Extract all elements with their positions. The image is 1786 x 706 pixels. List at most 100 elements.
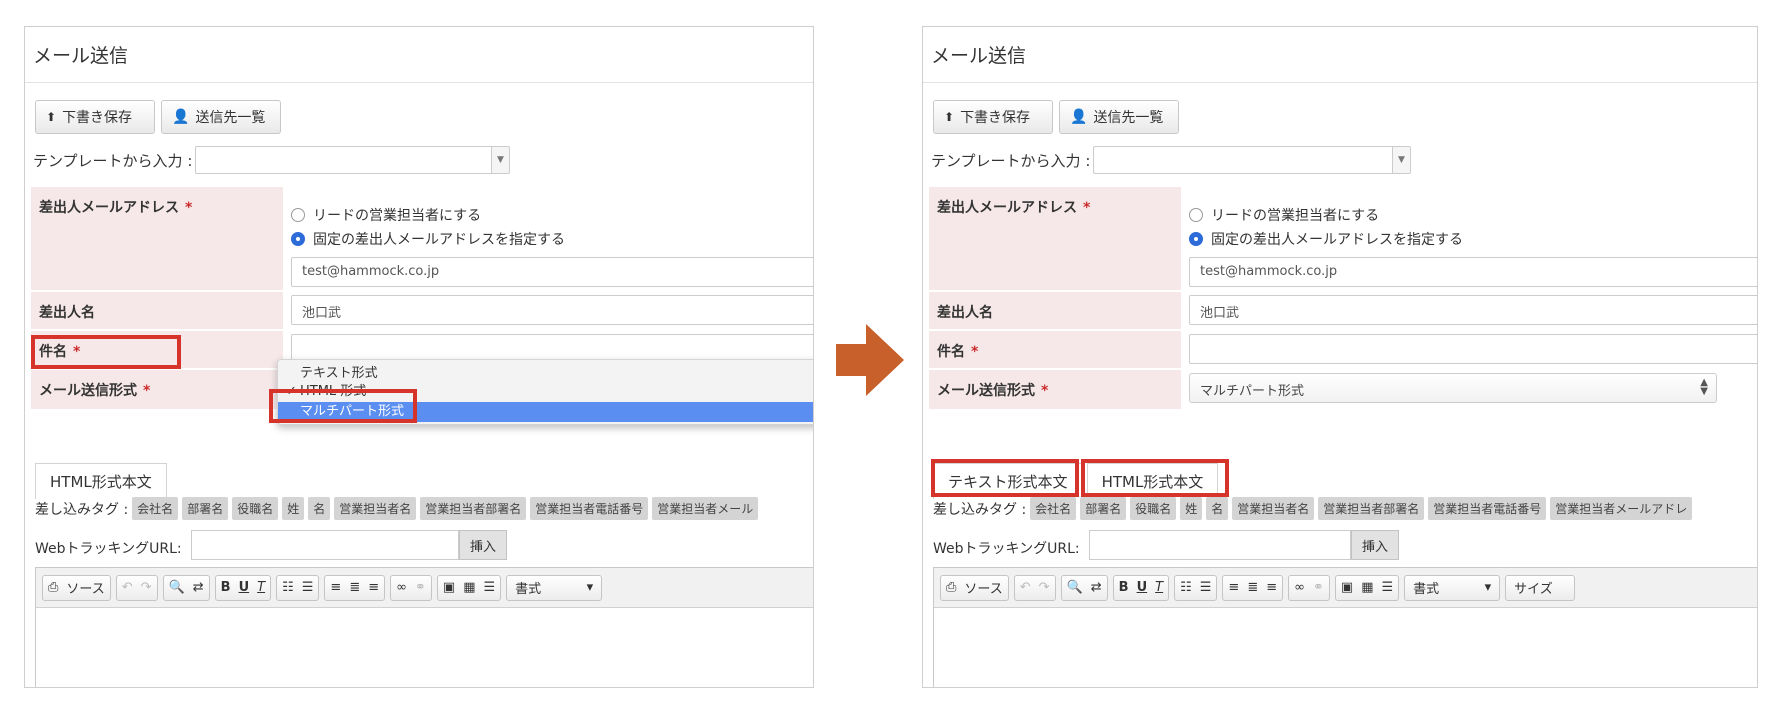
save-draft-label: 下書き保存 bbox=[960, 110, 1031, 126]
align-center-icon[interactable]: ≣ bbox=[1247, 580, 1258, 595]
search-icon[interactable]: 🔍 bbox=[169, 580, 185, 595]
link-icon[interactable]: ∞ bbox=[396, 580, 407, 595]
bold-icon[interactable]: B bbox=[1119, 580, 1129, 595]
replace-icon[interactable]: ⇄ bbox=[1091, 580, 1102, 595]
underline-icon[interactable]: U bbox=[239, 580, 250, 595]
bold-icon[interactable]: B bbox=[221, 580, 231, 595]
radio-button[interactable] bbox=[1189, 208, 1203, 222]
format-select[interactable]: 書式 ▾ bbox=[506, 574, 603, 601]
table-icon[interactable]: ▦ bbox=[1361, 580, 1373, 595]
merge-tag[interactable]: 姓 bbox=[282, 497, 305, 520]
sender-name-input[interactable]: 池口武 bbox=[291, 295, 813, 325]
merge-tag[interactable]: 営業担当者部署名 bbox=[1318, 497, 1425, 520]
redo-icon[interactable]: ↷ bbox=[1039, 580, 1050, 595]
merge-tag[interactable]: 部署名 bbox=[1080, 497, 1127, 520]
radio-lead-owner[interactable]: リードの営業担当者にする bbox=[1189, 205, 1379, 225]
align-left-icon[interactable]: ≡ bbox=[1228, 580, 1239, 595]
template-select[interactable]: ▼ bbox=[1093, 146, 1411, 174]
save-draft-button[interactable]: ⬆ 下書き保存 bbox=[35, 100, 155, 134]
recipient-list-button[interactable]: 👤 送信先一覧 bbox=[161, 100, 281, 134]
format-select[interactable]: 書式 ▾ bbox=[1404, 574, 1501, 601]
highlight-box bbox=[269, 389, 417, 423]
unlink-icon[interactable]: ⚭ bbox=[1313, 580, 1324, 595]
subject-label: 件名 bbox=[937, 344, 965, 360]
merge-tag[interactable]: 営業担当者メールアドレ bbox=[1550, 497, 1693, 520]
sender-address-input[interactable]: test@hammock.co.jp bbox=[291, 257, 813, 287]
tab-html-body[interactable]: HTML形式本文 bbox=[35, 463, 167, 499]
size-select[interactable]: サイズ bbox=[1505, 574, 1576, 601]
clear-format-icon[interactable]: T bbox=[257, 580, 265, 595]
replace-icon[interactable]: ⇄ bbox=[193, 580, 204, 595]
radio-fixed-address[interactable]: 固定の差出人メールアドレスを指定する bbox=[291, 229, 565, 249]
merge-tag[interactable]: 名 bbox=[1206, 497, 1229, 520]
merge-tag[interactable]: 営業担当者メール bbox=[652, 497, 759, 520]
merge-tag[interactable]: 姓 bbox=[1180, 497, 1203, 520]
align-right-icon[interactable]: ≡ bbox=[368, 580, 379, 595]
tracking-url-input[interactable] bbox=[191, 530, 459, 560]
source-button[interactable]: ⎙ ソース bbox=[42, 574, 111, 601]
source-button[interactable]: ⎙ ソース bbox=[940, 574, 1009, 601]
link-group: ∞ ⚭ bbox=[390, 574, 432, 601]
source-label: ソース bbox=[964, 582, 1003, 597]
merge-tag[interactable]: 営業担当者電話番号 bbox=[530, 497, 649, 520]
merge-tag[interactable]: 会社名 bbox=[1030, 497, 1077, 520]
tracking-url-input[interactable] bbox=[1089, 530, 1351, 560]
merge-tag[interactable]: 部署名 bbox=[182, 497, 229, 520]
numbered-list-icon[interactable]: ☷ bbox=[282, 580, 294, 595]
radio-lead-owner[interactable]: リードの営業担当者にする bbox=[291, 205, 481, 225]
insert-button[interactable]: 挿入 bbox=[1351, 530, 1399, 560]
sender-name-input[interactable]: 池口武 bbox=[1189, 295, 1757, 325]
template-select[interactable]: ▼ bbox=[195, 146, 510, 174]
chevron-down-icon: ▾ bbox=[1484, 580, 1492, 595]
align-left-icon[interactable]: ≡ bbox=[330, 580, 341, 595]
mail-format-select[interactable]: マルチパート形式 ▲ ▼ bbox=[1189, 373, 1717, 403]
merge-tag[interactable]: 営業担当者名 bbox=[334, 497, 417, 520]
mail-send-panel-after: メール送信 ⬆ 下書き保存 👤 送信先一覧 テンプレートから入力 : ▼ 差出人… bbox=[922, 26, 1758, 688]
image-icon[interactable]: ▣ bbox=[1341, 580, 1353, 595]
option-text-format[interactable]: テキスト形式 bbox=[278, 364, 813, 384]
insert-group: ▣ ▦ ☰ bbox=[436, 574, 502, 601]
align-group: ≡ ≣ ≡ bbox=[324, 574, 386, 601]
merge-tag[interactable]: 役職名 bbox=[1130, 497, 1177, 520]
link-icon[interactable]: ∞ bbox=[1294, 580, 1305, 595]
merge-tag[interactable]: 営業担当者名 bbox=[1232, 497, 1315, 520]
align-right-icon[interactable]: ≡ bbox=[1266, 580, 1277, 595]
numbered-list-icon[interactable]: ☷ bbox=[1180, 580, 1192, 595]
search-icon[interactable]: 🔍 bbox=[1067, 580, 1083, 595]
unlink-icon[interactable]: ⚭ bbox=[415, 580, 426, 595]
radio-lead-owner-label: リードの営業担当者にする bbox=[1211, 208, 1380, 224]
clear-format-icon[interactable]: T bbox=[1155, 580, 1163, 595]
save-draft-button[interactable]: ⬆ 下書き保存 bbox=[933, 100, 1053, 134]
rich-text-editor[interactable]: ⎙ ソース ↶ ↷ 🔍 ⇄ B U T ☷ ☰ ≡ ≣ ≡ ∞ ⚭ ▣ ▦ ☰ … bbox=[35, 567, 813, 687]
merge-tag[interactable]: 会社名 bbox=[132, 497, 179, 520]
bullet-list-icon[interactable]: ☰ bbox=[302, 580, 314, 595]
image-icon[interactable]: ▣ bbox=[443, 580, 455, 595]
radio-button-selected[interactable] bbox=[1189, 232, 1203, 246]
merge-tag[interactable]: 名 bbox=[308, 497, 331, 520]
mail-send-panel-before: メール送信 ⬆ 下書き保存 👤 送信先一覧 テンプレートから入力 : ▼ 差出人… bbox=[24, 26, 814, 688]
underline-icon[interactable]: U bbox=[1137, 580, 1148, 595]
merge-tag[interactable]: 役職名 bbox=[232, 497, 279, 520]
radio-lead-owner-label: リードの営業担当者にする bbox=[313, 208, 482, 224]
recipient-list-button[interactable]: 👤 送信先一覧 bbox=[1059, 100, 1179, 134]
bullet-list-icon[interactable]: ☰ bbox=[1200, 580, 1212, 595]
align-center-icon[interactable]: ≣ bbox=[349, 580, 360, 595]
updown-arrow-icon: ▲ ▼ bbox=[1700, 377, 1708, 397]
undo-icon[interactable]: ↶ bbox=[122, 580, 133, 595]
merge-tag[interactable]: 営業担当者部署名 bbox=[420, 497, 527, 520]
insert-button[interactable]: 挿入 bbox=[459, 530, 507, 560]
subject-input[interactable] bbox=[1189, 334, 1757, 364]
merge-tag[interactable]: 営業担当者電話番号 bbox=[1428, 497, 1547, 520]
horizontal-rule-icon[interactable]: ☰ bbox=[483, 580, 495, 595]
redo-icon[interactable]: ↷ bbox=[141, 580, 152, 595]
radio-button[interactable] bbox=[291, 208, 305, 222]
horizontal-rule-icon[interactable]: ☰ bbox=[1381, 580, 1393, 595]
radio-button-selected[interactable] bbox=[291, 232, 305, 246]
panel-title: メール送信 bbox=[931, 45, 1027, 67]
sender-address-label-cell: 差出人メールアドレス * bbox=[31, 187, 283, 291]
radio-fixed-address[interactable]: 固定の差出人メールアドレスを指定する bbox=[1189, 229, 1463, 249]
undo-icon[interactable]: ↶ bbox=[1020, 580, 1031, 595]
table-icon[interactable]: ▦ bbox=[463, 580, 475, 595]
rich-text-editor[interactable]: ⎙ ソース ↶ ↷ 🔍 ⇄ B U T ☷ ☰ ≡ ≣ ≡ ∞ ⚭ ▣ ▦ ☰ … bbox=[933, 567, 1757, 687]
sender-address-input[interactable]: test@hammock.co.jp bbox=[1189, 257, 1757, 287]
